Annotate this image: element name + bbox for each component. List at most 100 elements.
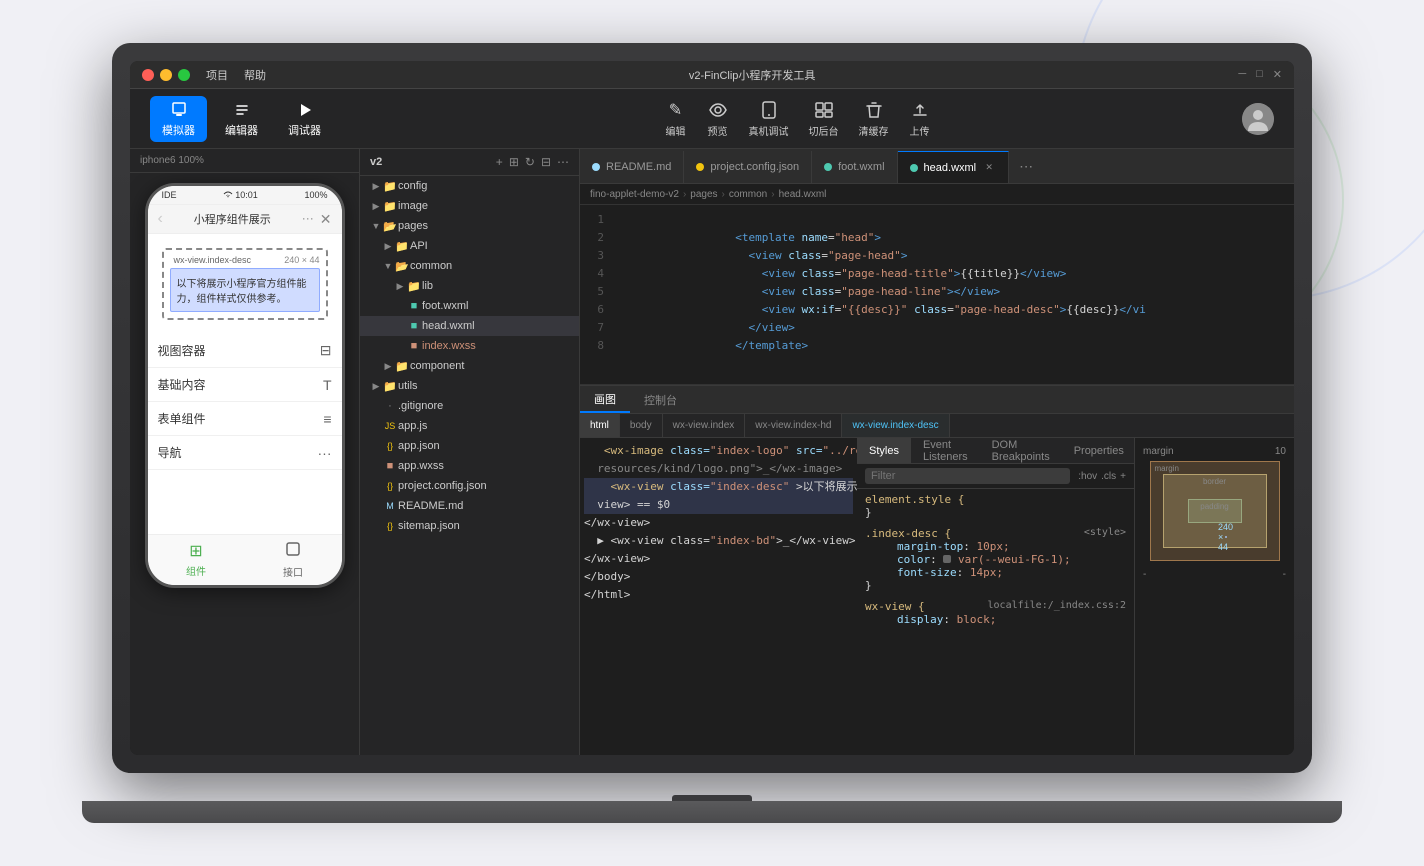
- phone-status-bar: IDE 10:01 100%: [148, 186, 342, 205]
- tree-item-app-wxss[interactable]: ■ app.wxss: [360, 456, 579, 476]
- tab-close-head[interactable]: ✕: [982, 161, 996, 175]
- tree-item-foot-wxml[interactable]: ■ foot.wxml: [360, 296, 579, 316]
- element-tab-wx-view-index[interactable]: wx-view.index: [663, 414, 746, 437]
- styles-tabs: Styles Event Listeners DOM Breakpoints P…: [857, 438, 1134, 464]
- close-phone-icon[interactable]: ✕: [320, 211, 332, 228]
- tree-label-index-wxss: index.wxss: [422, 340, 476, 352]
- menu-project[interactable]: 项目: [206, 67, 228, 83]
- element-tab-wx-view-index-hd[interactable]: wx-view.index-hd: [745, 414, 842, 437]
- style-font-size: font-size: 14px;: [865, 566, 1126, 579]
- devtools-content: <wx-image class="index-logo" src="../res…: [580, 438, 1294, 755]
- tree-item-image[interactable]: ▶ 📁 image: [360, 196, 579, 216]
- expand-icon[interactable]: □: [1256, 68, 1263, 81]
- folder-icon-config: 📁: [382, 178, 398, 194]
- html-node-6[interactable]: ▶ <wx-view class="index-bd">_</wx-view>: [584, 532, 853, 550]
- nav-item-1[interactable]: 视图容器 ⊟: [148, 334, 342, 368]
- background-tool[interactable]: 切后台: [809, 99, 839, 138]
- new-folder-icon[interactable]: ⊞: [509, 155, 519, 169]
- edit-icon: ✎: [665, 99, 687, 121]
- tree-item-app-js[interactable]: JS app.js: [360, 416, 579, 436]
- refresh-icon[interactable]: ↻: [525, 155, 535, 169]
- filter-input[interactable]: [865, 468, 1070, 484]
- tree-item-api[interactable]: ▶ 📁 API: [360, 236, 579, 256]
- filter-tag-plus[interactable]: +: [1120, 471, 1126, 482]
- tree-label-utils: utils: [398, 380, 418, 392]
- file-tree-actions: + ⊞ ↻ ⊟ ⋯: [496, 155, 569, 169]
- element-tab-body[interactable]: body: [620, 414, 663, 437]
- minimize-icon[interactable]: ─: [1238, 68, 1246, 81]
- tree-item-head-wxml[interactable]: ■ head.wxml: [360, 316, 579, 336]
- element-tab-wx-view-index-desc[interactable]: wx-view.index-desc: [842, 414, 949, 437]
- close-window-icon[interactable]: ✕: [1273, 68, 1282, 81]
- laptop-body: 项目 帮助 v2-FinClip小程序开发工具 ─ □ ✕: [112, 43, 1312, 773]
- tree-item-readme[interactable]: M README.md: [360, 496, 579, 516]
- tab-api[interactable]: 接口: [245, 541, 342, 579]
- clear-cache-tool[interactable]: 清缓存: [859, 99, 889, 138]
- nav-item-4[interactable]: 导航 ···: [148, 436, 342, 470]
- real-device-tool[interactable]: 真机调试: [749, 99, 789, 138]
- box-model-panel: margin 10 margin border: [1134, 438, 1294, 755]
- code-line-1: <template name="head">: [616, 211, 1288, 229]
- tree-item-sitemap[interactable]: {} sitemap.json: [360, 516, 579, 536]
- tree-label-readme: README.md: [398, 500, 463, 512]
- tree-item-index-wxss[interactable]: ■ index.wxss: [360, 336, 579, 356]
- phone-title-bar: ‹ 小程序组件展示 ··· ✕: [148, 205, 342, 234]
- devtools-tab-console[interactable]: 控制台: [630, 386, 691, 413]
- nav-item-3[interactable]: 表单组件 ≡: [148, 402, 342, 436]
- filter-tag-hov[interactable]: :hov: [1078, 471, 1097, 482]
- background-label: 切后台: [809, 123, 839, 138]
- html-node-1[interactable]: <wx-image class="index-logo" src="../res…: [584, 442, 853, 460]
- sep-2: ›: [722, 189, 725, 200]
- simulator-icon: [169, 100, 189, 120]
- tree-item-project-config[interactable]: {} project.config.json: [360, 476, 579, 496]
- tree-item-utils[interactable]: ▶ 📁 utils: [360, 376, 579, 396]
- preview-tool[interactable]: 预览: [707, 99, 729, 138]
- menu-help[interactable]: 帮助: [244, 67, 266, 83]
- tab-project-config[interactable]: project.config.json: [684, 151, 812, 183]
- line-num-3: 3: [586, 247, 604, 265]
- icon-app-js: JS: [382, 418, 398, 434]
- element-tab-html[interactable]: html: [580, 414, 620, 437]
- tab-head-wxml[interactable]: head.wxml ✕: [898, 151, 1010, 183]
- upload-tool[interactable]: 上传: [909, 99, 931, 138]
- tab-readme[interactable]: README.md: [580, 151, 684, 183]
- nav-item-2[interactable]: 基础内容 T: [148, 368, 342, 402]
- styles-tab-event-listeners[interactable]: Event Listeners: [911, 438, 980, 463]
- filter-tag-cls[interactable]: .cls: [1101, 471, 1116, 482]
- edit-tool[interactable]: ✎ 编辑: [665, 99, 687, 138]
- tree-item-gitignore[interactable]: · .gitignore: [360, 396, 579, 416]
- simulator-button[interactable]: 模拟器: [150, 96, 207, 142]
- devtools-tab-elements[interactable]: 画图: [580, 386, 630, 413]
- collapse-icon[interactable]: ⊟: [541, 155, 551, 169]
- styles-content: element.style { } .index-desc {: [857, 489, 1134, 755]
- more-icon[interactable]: ···: [302, 211, 314, 228]
- tab-more-button[interactable]: ⋯: [1009, 158, 1043, 175]
- tree-item-component[interactable]: ▶ 📁 component: [360, 356, 579, 376]
- tree-item-config[interactable]: ▶ 📁 config: [360, 176, 579, 196]
- new-file-icon[interactable]: +: [496, 155, 503, 169]
- minimize-button[interactable]: [160, 69, 172, 81]
- more-files-icon[interactable]: ⋯: [557, 155, 569, 169]
- tab-dot-foot: [824, 163, 832, 171]
- debugger-button[interactable]: 调试器: [276, 96, 333, 142]
- tab-components[interactable]: ⊞ 组件: [148, 541, 245, 579]
- styles-tab-dom-breakpoints[interactable]: DOM Breakpoints: [980, 438, 1062, 463]
- nav-label-4: 导航: [158, 444, 182, 461]
- editor-button[interactable]: 编辑器: [213, 96, 270, 142]
- html-node-9: </html>: [584, 586, 853, 604]
- style-margin-top: margin-top: 10px;: [865, 540, 1126, 553]
- user-avatar[interactable]: [1242, 103, 1274, 135]
- code-content[interactable]: <template name="head"> <view class="page…: [610, 205, 1294, 384]
- html-node-3[interactable]: <wx-view class="index-desc" >以下将展示小程序官方组…: [584, 478, 853, 496]
- tree-item-common[interactable]: ▼ 📂 common: [360, 256, 579, 276]
- tree-item-lib[interactable]: ▶ 📁 lib: [360, 276, 579, 296]
- close-button[interactable]: [142, 69, 154, 81]
- tab-foot-wxml[interactable]: foot.wxml: [812, 151, 897, 183]
- tree-item-app-json[interactable]: {} app.json: [360, 436, 579, 456]
- styles-tab-styles[interactable]: Styles: [857, 438, 911, 463]
- file-tree-title: v2: [370, 156, 382, 168]
- tree-item-pages[interactable]: ▼ 📂 pages: [360, 216, 579, 236]
- toolbar-left: 模拟器 编辑器: [150, 96, 333, 142]
- maximize-button[interactable]: [178, 69, 190, 81]
- styles-tab-properties[interactable]: Properties: [1062, 438, 1134, 463]
